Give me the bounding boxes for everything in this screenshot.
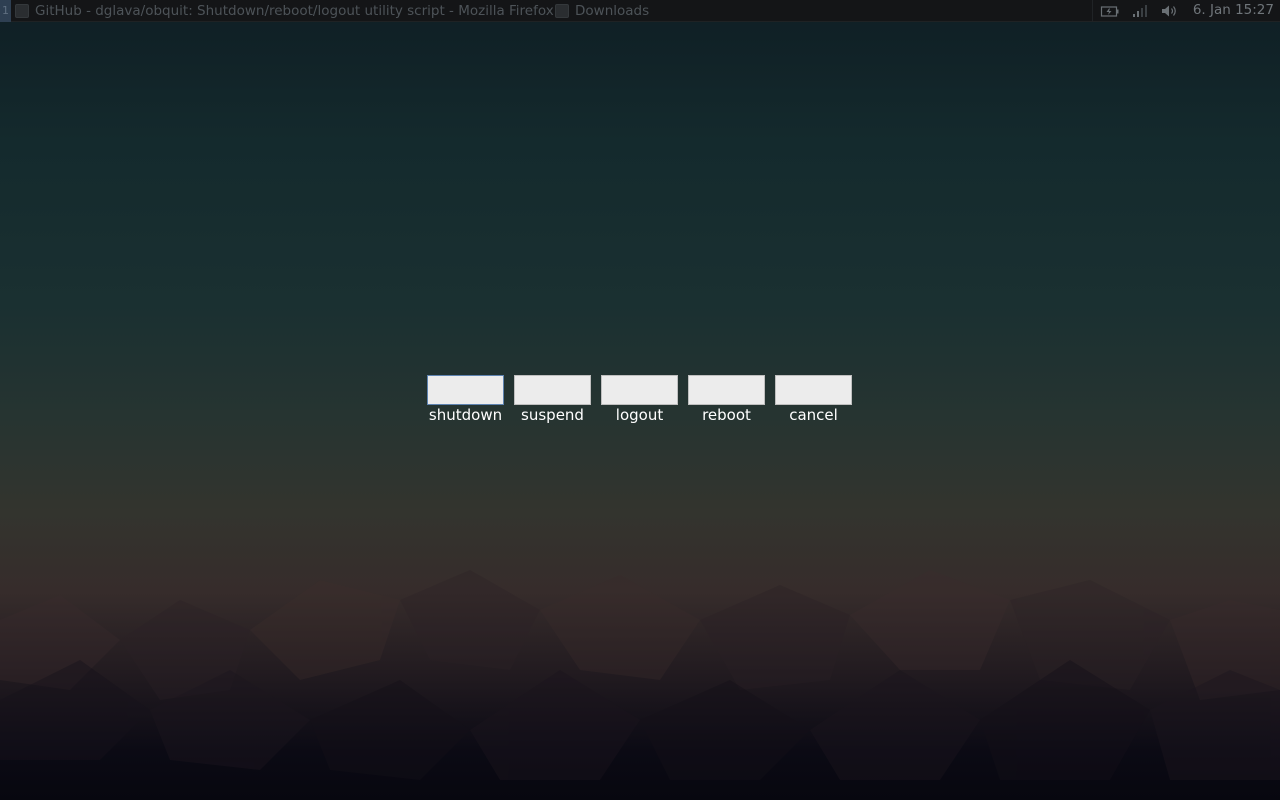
action-cancel: cancel — [775, 375, 852, 424]
cancel-label: cancel — [789, 406, 838, 424]
logout-dialog: shutdown suspend logout reboot cancel — [427, 375, 852, 424]
taskbar-item-title: GitHub - dglava/obquit: Shutdown/reboot/… — [35, 2, 554, 19]
suspend-label: suspend — [521, 406, 584, 424]
folder-icon — [555, 4, 569, 18]
volume-icon[interactable] — [1160, 3, 1180, 19]
action-shutdown: shutdown — [427, 375, 504, 424]
tray-separator — [1092, 0, 1093, 22]
reboot-button[interactable] — [688, 375, 765, 405]
clock[interactable]: 6. Jan 15:27 — [1193, 0, 1274, 22]
cancel-button[interactable] — [775, 375, 852, 405]
suspend-button[interactable] — [514, 375, 591, 405]
taskbar-item-firefox[interactable]: GitHub - dglava/obquit: Shutdown/reboot/… — [15, 0, 554, 22]
shutdown-label: shutdown — [428, 406, 503, 424]
workspace-indicator[interactable]: 1 — [0, 0, 11, 22]
logout-label: logout — [615, 406, 664, 424]
logout-button[interactable] — [601, 375, 678, 405]
reboot-label: reboot — [702, 406, 751, 424]
action-reboot: reboot — [688, 375, 765, 424]
network-signal-icon[interactable] — [1130, 3, 1150, 19]
firefox-icon — [15, 4, 29, 18]
taskbar-item-downloads[interactable]: Downloads — [555, 0, 649, 22]
top-panel: 1 GitHub - dglava/obquit: Shutdown/reboo… — [0, 0, 1280, 22]
battery-icon[interactable] — [1100, 3, 1120, 19]
shutdown-button[interactable] — [427, 375, 504, 405]
action-logout: logout — [601, 375, 678, 424]
taskbar-item-title: Downloads — [575, 2, 650, 19]
action-suspend: suspend — [514, 375, 591, 424]
